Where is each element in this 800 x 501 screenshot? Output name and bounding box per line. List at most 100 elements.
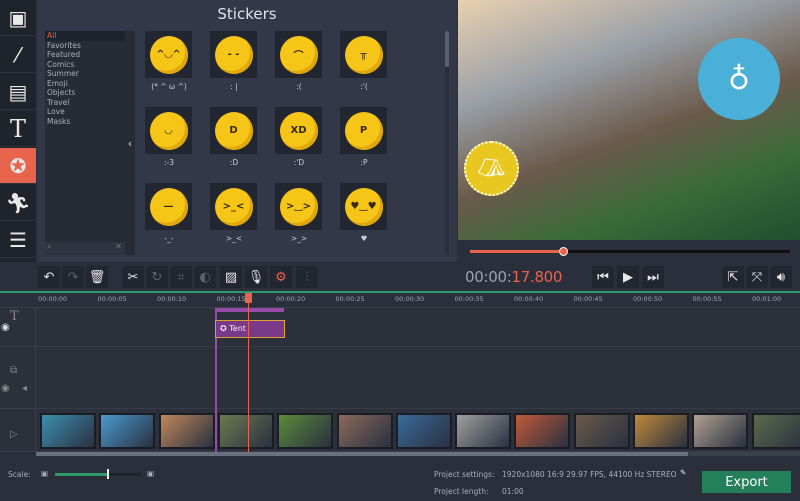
sticker-tile[interactable]: — [145,183,192,230]
category-item[interactable]: Comics [45,60,125,70]
sticker-label: >_< [225,234,243,243]
zoom-in-icon[interactable]: ▣ [147,469,154,478]
sticker-tile[interactable]: - - [210,31,257,78]
redo-button[interactable]: ↷ [62,266,84,288]
category-search-input[interactable]: ⌕ ✕ [45,242,125,255]
category-item[interactable]: Emoji [45,79,125,89]
scale-handle[interactable] [106,469,109,479]
microphone-icon: 🎙︎ [247,269,265,285]
play-button[interactable]: ▶ [617,266,639,288]
titles-button[interactable]: T [0,111,36,147]
video-clip-thumbnail[interactable] [751,413,800,449]
clip-label: Tent [229,324,246,333]
previous-button[interactable]: ⏮︎ [592,266,614,288]
rotate-icon: ↻ [151,269,163,285]
eye-icon[interactable]: ◉ [1,322,10,333]
more-button[interactable]: ☰ [0,222,36,258]
sticker-tile[interactable]: ╥ [340,31,387,78]
playhead[interactable] [248,293,249,453]
sticker-label: -_- [164,234,174,243]
video-preview[interactable]: ♁ ⛺︎ [458,0,800,240]
timeline-ruler[interactable]: 00:00:00 00:00:05 00:00:10 00:00:15 00:00:20… [0,293,800,308]
video-clip-thumbnail[interactable] [40,413,96,449]
cut-button[interactable]: ✂ [122,266,144,288]
category-list: All Favorites Featured Comics Summer Emoji Obj… [45,31,125,255]
sticker-tile[interactable]: ^◡^ [145,31,192,78]
video-clip-thumbnail[interactable] [514,413,571,449]
volume-button[interactable]: 🔊︎ [770,266,792,288]
sticker-tile[interactable]: >_< [210,183,257,230]
video-track-header: ▷ [0,409,36,452]
overlay-icon: ⧉ [10,365,18,376]
next-button[interactable]: ⏭︎ [642,266,664,288]
time-prefix: 00:00: [465,268,512,286]
delete-button[interactable]: 🗑︎ [86,266,108,288]
sticker-tile[interactable]: D [210,107,257,154]
collapse-button[interactable]: ‹ [125,31,135,255]
running-man-icon: 🏃︎ [5,190,31,215]
filters-button[interactable]: ⁄ [0,37,36,73]
sticker-tile[interactable]: ⌒ [275,31,322,78]
sticker-tile[interactable]: >‿> [275,183,322,230]
video-clip-thumbnail[interactable] [158,413,215,449]
crop-button[interactable]: ⌗ [170,266,192,288]
color-button[interactable]: ◐ [194,266,216,288]
video-clip-thumbnail[interactable] [277,413,334,449]
emoji-icon: >_< [214,187,253,226]
record-audio-button[interactable]: 🎙︎ [245,266,267,288]
panel-scrollbar[interactable] [445,31,449,255]
scale-slider[interactable] [55,469,141,479]
video-clip-thumbnail[interactable] [573,413,630,449]
fullscreen-button[interactable]: ⤧ [746,266,768,288]
zoom-out-icon[interactable]: ▣ [41,469,48,478]
eye-icon[interactable]: ◉ [1,383,10,394]
sidebar: ▣ ⁄ ▤ T ✪ 🏃︎ ☰ [0,0,36,262]
category-item[interactable]: Favorites [45,41,125,51]
video-clip-thumbnail[interactable] [336,413,393,449]
speaker-icon[interactable]: ◂ [22,383,27,394]
scale-label: Scale: [8,470,31,479]
category-item[interactable]: Objects [45,88,125,98]
clear-icon[interactable]: ✕ [115,242,122,251]
edit-settings-icon[interactable]: ✎ [680,468,686,477]
category-item[interactable]: Featured [45,50,125,60]
equalizer-button[interactable]: ⫶ [296,266,318,288]
detach-preview-button[interactable]: ⇱ [722,266,744,288]
video-clip-thumbnail[interactable] [633,413,689,449]
settings-button[interactable]: ⚙ [270,266,292,288]
sticker-tile[interactable]: ♥‿♥ [340,183,387,230]
sticker-tile[interactable]: P [340,107,387,154]
undo-button[interactable]: ↶ [38,266,60,288]
tent-sticker[interactable]: ⛺︎ [464,141,519,196]
image-button[interactable]: ▨ [220,266,242,288]
video-clip-thumbnail[interactable] [99,413,156,449]
transitions-button[interactable]: ▤ [0,74,36,110]
settings-value: 1920x1080 16:9 29.97 FPS, 44100 Hz STERE… [502,470,677,479]
settings-label: Project settings: [434,470,495,479]
sticker-tile[interactable]: XD [275,107,322,154]
seek-handle[interactable] [558,247,568,256]
transition-icon: ▤ [8,79,28,104]
import-button[interactable]: ▣ [0,0,36,36]
preview-seekbar[interactable] [458,240,800,262]
category-item[interactable]: Love [45,107,125,117]
animation-button[interactable]: 🏃︎ [0,185,36,221]
sticker-clip-bar[interactable] [215,308,284,312]
rotate-button[interactable]: ↻ [146,266,168,288]
length-label: Project length: [434,487,489,496]
balloon-sticker[interactable]: ♁ [698,38,780,120]
tent-sticker-clip[interactable]: ✪ Tent [215,320,285,338]
export-button[interactable]: Export [702,471,791,493]
timeline-scrollbar[interactable] [36,452,800,456]
video-clip-thumbnail[interactable] [455,413,512,449]
stickers-button[interactable]: ✪ [0,148,36,184]
category-item[interactable]: Masks [45,117,125,127]
sticker-tile[interactable]: ◡ [145,107,192,154]
category-item[interactable]: Travel [45,98,125,108]
video-clip-thumbnail[interactable] [217,413,274,449]
video-clip-thumbnail[interactable] [692,413,749,449]
category-item[interactable]: All [45,31,125,41]
emoji-icon: D [214,111,253,150]
video-clip-thumbnail[interactable] [395,413,452,449]
category-item[interactable]: Summer [45,69,125,79]
